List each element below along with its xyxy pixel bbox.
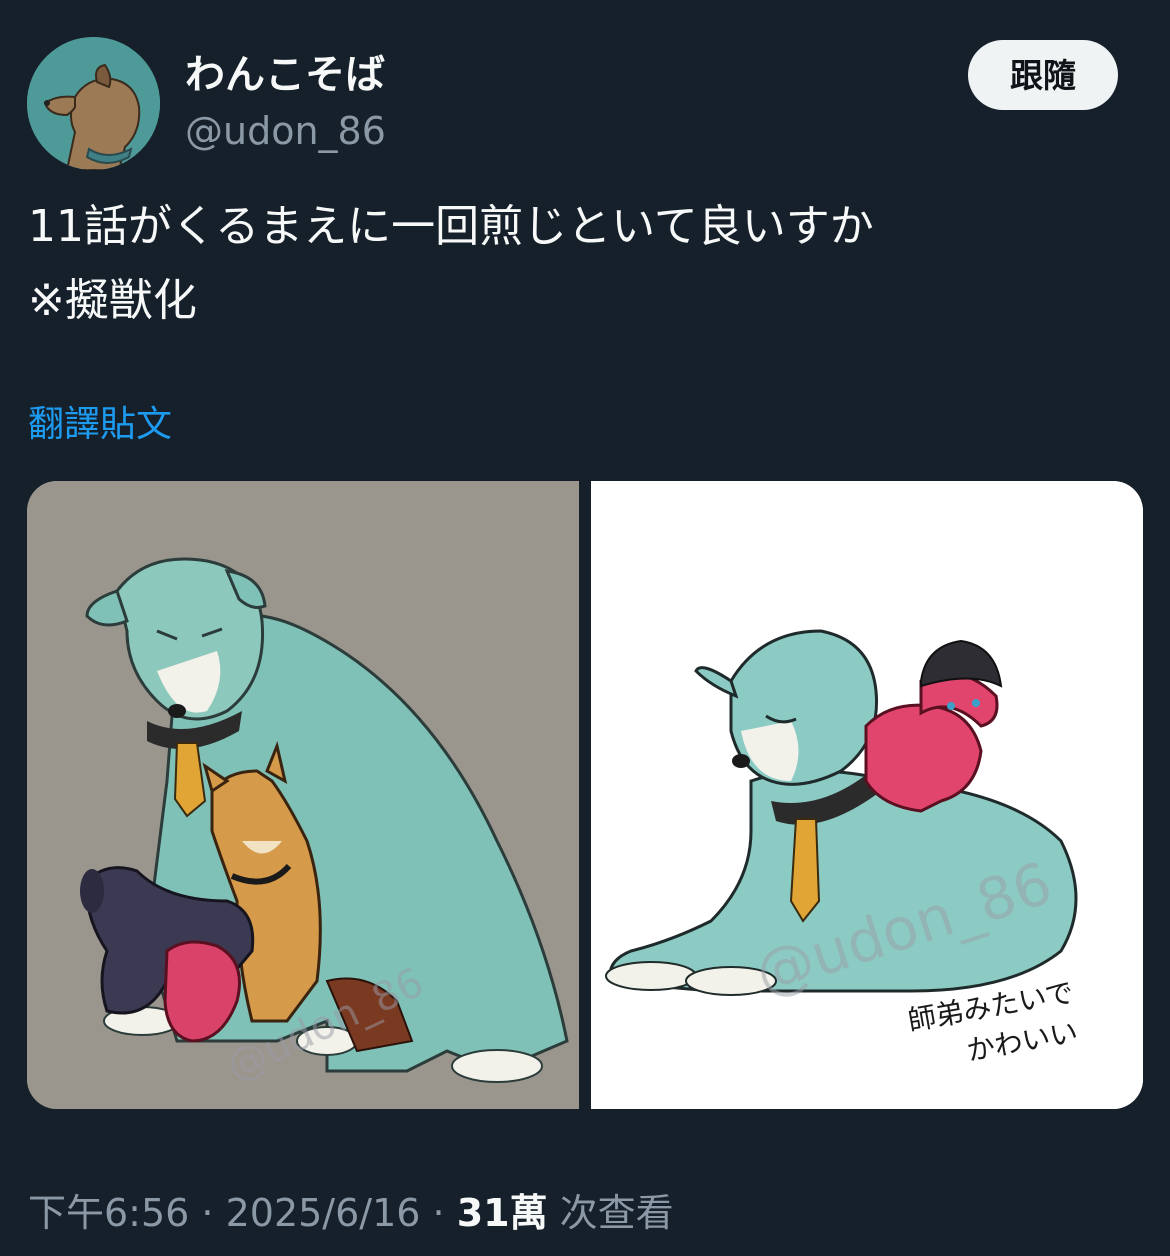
post-time[interactable]: 下午6:56 — [28, 1191, 189, 1235]
views-label: 次查看 — [547, 1191, 674, 1235]
separator: · — [420, 1191, 457, 1235]
tweet-text-line: ※擬獣化 — [28, 275, 197, 326]
tweet: わんこそば @udon_86 跟隨 11話がくるまえに一回煎じといて良いすか ※… — [0, 0, 1170, 1256]
dog-avatar-illustration — [27, 37, 160, 170]
dogs-group-illustration: @udon_86 — [27, 481, 579, 1109]
media-image-1[interactable]: @udon_86 — [27, 481, 579, 1109]
views-count[interactable]: 31萬 — [457, 1191, 548, 1235]
display-name[interactable]: わんこそば — [185, 50, 385, 100]
tweet-metadata: 下午6:56 · 2025/6/16 · 31萬 次查看 — [28, 1188, 674, 1238]
media-image-2[interactable]: @udon_86 師弟みたいで かわいい — [591, 481, 1143, 1109]
dog-lying-illustration: @udon_86 師弟みたいで かわいい — [591, 481, 1143, 1109]
user-handle[interactable]: @udon_86 — [185, 108, 386, 154]
tweet-text-line: 11話がくるまえに一回煎じといて良いすか — [28, 201, 874, 252]
follow-button[interactable]: 跟隨 — [968, 40, 1118, 110]
tweet-text: 11話がくるまえに一回煎じといて良いすか ※擬獣化 — [28, 190, 1138, 338]
avatar[interactable] — [27, 37, 160, 170]
separator: · — [189, 1191, 226, 1235]
translate-post-link[interactable]: 翻譯貼文 — [28, 402, 172, 448]
media-grid: @udon_86 @udon_86 師弟みたいで かわいい — [27, 481, 1143, 1109]
post-date[interactable]: 2025/6/16 — [226, 1191, 421, 1235]
